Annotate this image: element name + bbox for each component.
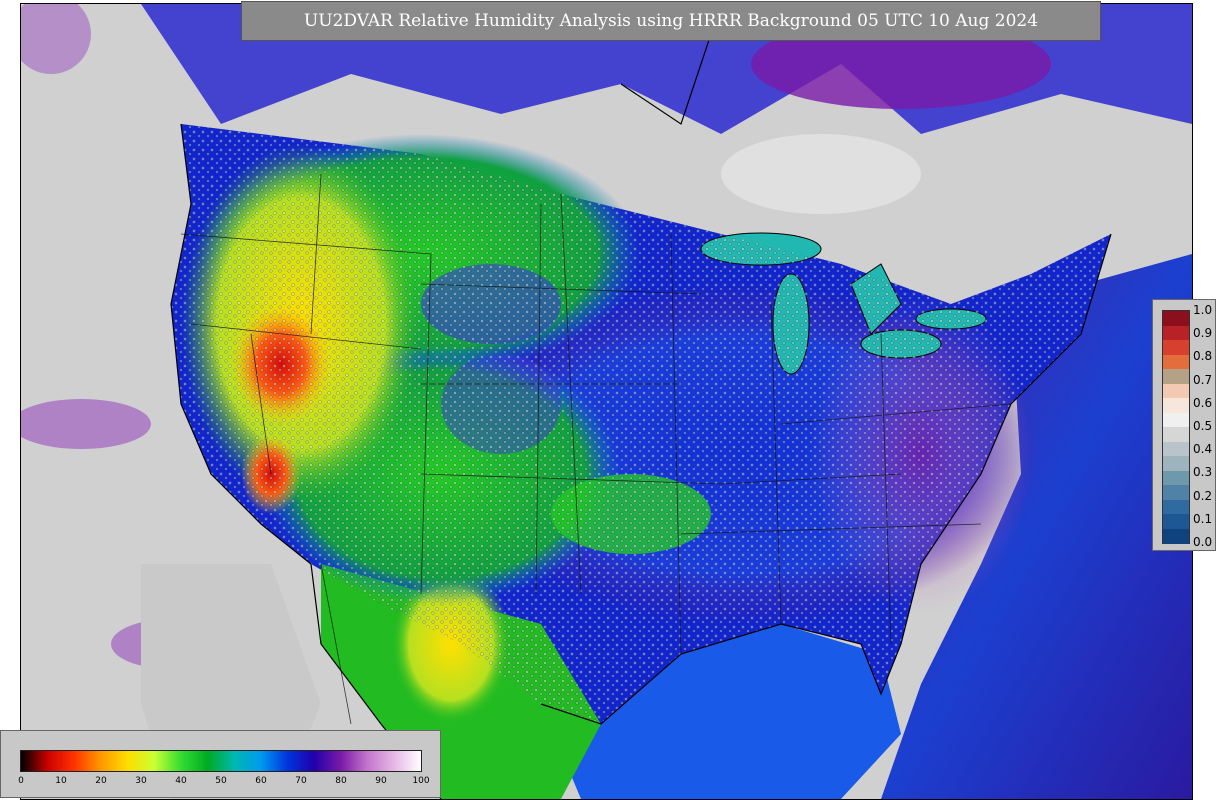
- right-colorbar-swatch: [1163, 325, 1189, 341]
- bottom-colorbar-label: 30: [135, 776, 147, 786]
- bottom-colorbar-label: 100: [412, 776, 430, 786]
- right-colorbar-label: 0.2: [1193, 488, 1213, 503]
- bottom-colorbar-label: 80: [335, 776, 347, 786]
- right-colorbar-swatch: [1163, 311, 1189, 326]
- right-colorbar-label: 0.7: [1193, 372, 1213, 387]
- bottom-colorbar: [20, 750, 422, 772]
- right-colorbar-label: 1.0: [1193, 303, 1213, 317]
- bottom-colorbar-label: 40: [175, 776, 187, 786]
- bottom-colorbar-label: 60: [255, 776, 267, 786]
- right-colorbar-legend: 1.0 0.9 0.8 0.7 0.6 0.5 0.4 0.3 0.2 0.1 0.0: [1152, 299, 1216, 551]
- right-colorbar-label: 0.1: [1193, 511, 1213, 526]
- right-colorbar-label: 0.3: [1193, 465, 1213, 480]
- right-colorbar-label: 0.9: [1193, 326, 1213, 341]
- bottom-colorbar-label: 90: [375, 776, 387, 786]
- right-colorbar-swatch: [1163, 398, 1189, 413]
- right-colorbar-swatch: [1163, 354, 1189, 370]
- map-title: UU2DVAR Relative Humidity Analysis using…: [303, 11, 1039, 31]
- right-colorbar-swatch: [1163, 456, 1189, 471]
- right-colorbar-swatch: [1163, 441, 1189, 457]
- right-colorbar-swatch: [1163, 340, 1189, 355]
- right-colorbar-swatch: [1163, 369, 1189, 384]
- humidity-map: [21, 4, 1192, 799]
- right-colorbar-swatch: [1163, 470, 1189, 486]
- right-colorbar-swatch: [1163, 383, 1189, 399]
- title-banner: UU2DVAR Relative Humidity Analysis using…: [241, 1, 1101, 41]
- right-colorbar-swatch: [1163, 499, 1189, 515]
- right-colorbar-swatch: [1163, 528, 1189, 544]
- bottom-colorbar-label: 10: [55, 776, 67, 786]
- right-colorbar-swatch: [1163, 412, 1189, 428]
- right-colorbar-label: 0.5: [1193, 419, 1213, 433]
- map-panel: [20, 3, 1193, 800]
- bottom-colorbar-label: 70: [295, 776, 307, 786]
- bottom-colorbar-label: 0: [18, 776, 24, 786]
- right-colorbar-label: 0.6: [1193, 395, 1213, 410]
- right-colorbar-label: 0.8: [1193, 349, 1213, 364]
- bottom-colorbar-legend: 0 10 20 30 40 50 60 70 80 90 100: [0, 730, 441, 798]
- bottom-colorbar-label: 20: [95, 776, 107, 786]
- right-colorbar-label: 0.0: [1193, 535, 1213, 549]
- right-colorbar-label: 0.4: [1193, 442, 1213, 457]
- right-colorbar-swatch: [1163, 485, 1189, 500]
- right-colorbar-swatch: [1163, 427, 1189, 442]
- bottom-colorbar-label: 50: [215, 776, 227, 786]
- right-colorbar-swatch: [1163, 514, 1189, 529]
- right-colorbar: [1162, 310, 1190, 544]
